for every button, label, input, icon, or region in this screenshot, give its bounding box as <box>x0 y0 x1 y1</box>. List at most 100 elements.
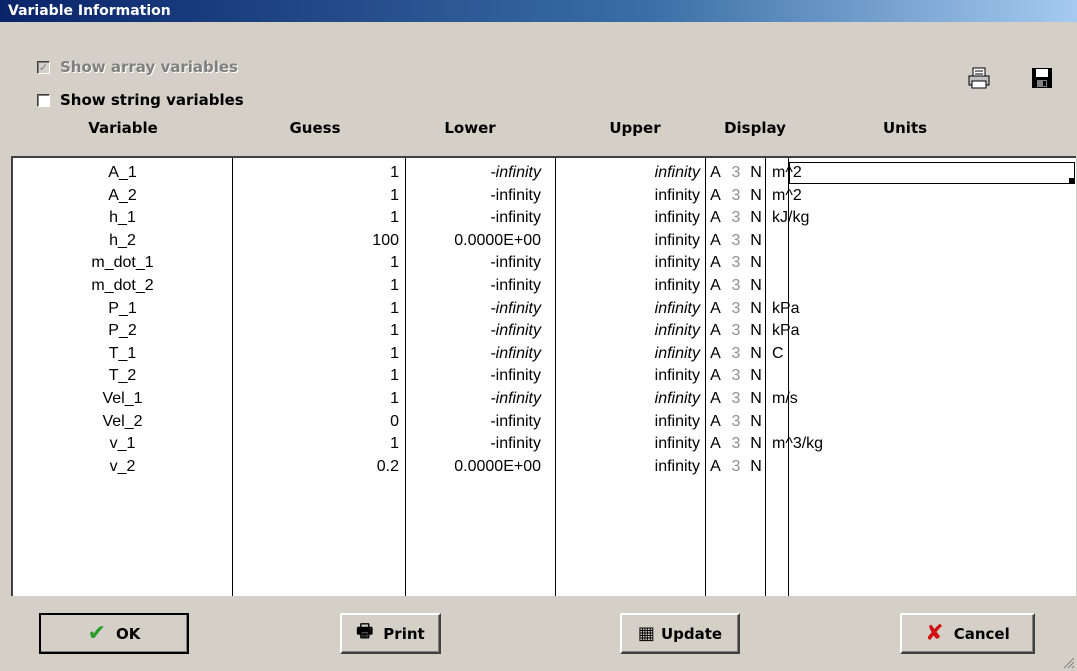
guess-cell[interactable]: 1 <box>232 298 405 320</box>
display-format-cell[interactable]: A <box>706 230 725 252</box>
show-array-variables-checkbox[interactable]: ✓ Show array variables <box>37 58 238 76</box>
save-button[interactable] <box>1026 63 1058 93</box>
guess-cell[interactable]: 1 <box>232 162 405 184</box>
units-cell[interactable] <box>766 365 1076 387</box>
print-preview-button[interactable] <box>963 63 995 93</box>
upper-bound-cell[interactable]: infinity <box>555 162 705 184</box>
lower-bound-cell[interactable]: -infinity <box>405 162 555 184</box>
display-notation-cell[interactable]: N <box>747 275 765 297</box>
units-edit-focus[interactable] <box>789 162 1075 184</box>
display-notation-cell[interactable]: N <box>747 365 765 387</box>
variable-cell[interactable]: m_dot_1 <box>13 252 232 274</box>
units-cell[interactable]: m/s <box>766 388 1076 410</box>
lower-bound-cell[interactable]: -infinity <box>405 320 555 342</box>
table-row[interactable]: Vel_2 0 -infinity infinity A 3 N <box>13 411 1076 433</box>
units-cell[interactable]: kJ/kg <box>766 207 1076 229</box>
resize-grip-icon[interactable] <box>1061 655 1075 669</box>
display-notation-cell[interactable]: N <box>747 388 765 410</box>
display-format-cell[interactable]: A <box>706 207 725 229</box>
variable-cell[interactable]: T_1 <box>13 343 232 365</box>
variable-cell[interactable]: T_2 <box>13 365 232 387</box>
display-digits-cell[interactable]: 3 <box>725 343 747 365</box>
display-notation-cell[interactable]: N <box>747 456 765 478</box>
upper-bound-cell[interactable]: infinity <box>555 320 705 342</box>
table-row[interactable]: v_2 0.2 0.0000E+00 infinity A 3 N <box>13 456 1076 478</box>
show-string-variables-checkbox[interactable]: Show string variables <box>37 91 244 109</box>
variable-cell[interactable]: Vel_1 <box>13 388 232 410</box>
units-cell[interactable]: m^2 <box>766 185 1076 207</box>
display-format-cell[interactable]: A <box>706 365 725 387</box>
variable-cell[interactable]: A_1 <box>13 162 232 184</box>
lower-bound-cell[interactable]: -infinity <box>405 298 555 320</box>
display-digits-cell[interactable]: 3 <box>725 275 747 297</box>
display-digits-cell[interactable]: 3 <box>725 411 747 433</box>
display-digits-cell[interactable]: 3 <box>725 433 747 455</box>
upper-bound-cell[interactable]: infinity <box>555 252 705 274</box>
guess-cell[interactable]: 0.2 <box>232 456 405 478</box>
variable-cell[interactable]: Vel_2 <box>13 411 232 433</box>
display-notation-cell[interactable]: N <box>747 298 765 320</box>
lower-bound-cell[interactable]: -infinity <box>405 185 555 207</box>
display-digits-cell[interactable]: 3 <box>725 365 747 387</box>
upper-bound-cell[interactable]: infinity <box>555 230 705 252</box>
display-notation-cell[interactable]: N <box>747 230 765 252</box>
guess-cell[interactable]: 1 <box>232 320 405 342</box>
lower-bound-cell[interactable]: -infinity <box>405 388 555 410</box>
display-notation-cell[interactable]: N <box>747 320 765 342</box>
lower-bound-cell[interactable]: -infinity <box>405 365 555 387</box>
guess-cell[interactable]: 0 <box>232 411 405 433</box>
lower-bound-cell[interactable]: -infinity <box>405 275 555 297</box>
display-format-cell[interactable]: A <box>706 185 725 207</box>
lower-bound-cell[interactable]: -infinity <box>405 433 555 455</box>
guess-cell[interactable]: 1 <box>232 388 405 410</box>
display-format-cell[interactable]: A <box>706 388 725 410</box>
lower-bound-cell[interactable]: -infinity <box>405 207 555 229</box>
display-format-cell[interactable]: A <box>706 343 725 365</box>
table-row[interactable]: m_dot_2 1 -infinity infinity A 3 N <box>13 275 1076 297</box>
lower-bound-cell[interactable]: 0.0000E+00 <box>405 230 555 252</box>
table-row[interactable]: m_dot_1 1 -infinity infinity A 3 N <box>13 252 1076 274</box>
display-digits-cell[interactable]: 3 <box>725 207 747 229</box>
display-notation-cell[interactable]: N <box>747 252 765 274</box>
lower-bound-cell[interactable]: 0.0000E+00 <box>405 456 555 478</box>
ok-button[interactable]: ✔ OK <box>39 613 189 654</box>
display-notation-cell[interactable]: N <box>747 162 765 184</box>
display-format-cell[interactable]: A <box>706 252 725 274</box>
table-row[interactable]: h_1 1 -infinity infinity A 3 NkJ/kg <box>13 207 1076 229</box>
table-row[interactable]: A_1 1 -infinity infinity A 3 Nm^2 <box>13 162 1076 184</box>
upper-bound-cell[interactable]: infinity <box>555 388 705 410</box>
variable-grid[interactable]: A_1 1 -infinity infinity A 3 Nm^2 A_2 1 -infinity… <box>11 156 1076 596</box>
guess-cell[interactable]: 1 <box>232 433 405 455</box>
display-notation-cell[interactable]: N <box>747 207 765 229</box>
lower-bound-cell[interactable]: -infinity <box>405 343 555 365</box>
units-cell[interactable] <box>766 411 1076 433</box>
units-cell[interactable] <box>766 252 1076 274</box>
table-row[interactable]: Vel_1 1 -infinity infinity A 3 Nm/s <box>13 388 1076 410</box>
table-row[interactable]: v_1 1 -infinity infinity A 3 Nm^3/kg <box>13 433 1076 455</box>
upper-bound-cell[interactable]: infinity <box>555 343 705 365</box>
units-cell[interactable] <box>766 456 1076 478</box>
display-notation-cell[interactable]: N <box>747 433 765 455</box>
display-digits-cell[interactable]: 3 <box>725 388 747 410</box>
table-row[interactable]: h_2 100 0.0000E+00 infinity A 3 N <box>13 230 1076 252</box>
display-digits-cell[interactable]: 3 <box>725 230 747 252</box>
cancel-button[interactable]: ✘ Cancel <box>900 613 1035 654</box>
display-digits-cell[interactable]: 3 <box>725 162 747 184</box>
display-notation-cell[interactable]: N <box>747 343 765 365</box>
units-cell[interactable] <box>766 275 1076 297</box>
upper-bound-cell[interactable]: infinity <box>555 456 705 478</box>
display-digits-cell[interactable]: 3 <box>725 185 747 207</box>
display-notation-cell[interactable]: N <box>747 411 765 433</box>
upper-bound-cell[interactable]: infinity <box>555 411 705 433</box>
table-row[interactable]: P_2 1 -infinity infinity A 3 NkPa <box>13 320 1076 342</box>
units-cell[interactable]: m^3/kg <box>766 433 1076 455</box>
upper-bound-cell[interactable]: infinity <box>555 275 705 297</box>
units-cell[interactable]: C <box>766 343 1076 365</box>
display-format-cell[interactable]: A <box>706 275 725 297</box>
upper-bound-cell[interactable]: infinity <box>555 185 705 207</box>
guess-cell[interactable]: 1 <box>232 207 405 229</box>
display-format-cell[interactable]: A <box>706 162 725 184</box>
print-button[interactable]: 🖶 Print <box>340 613 441 654</box>
units-cell[interactable]: kPa <box>766 298 1076 320</box>
units-cell[interactable] <box>766 230 1076 252</box>
